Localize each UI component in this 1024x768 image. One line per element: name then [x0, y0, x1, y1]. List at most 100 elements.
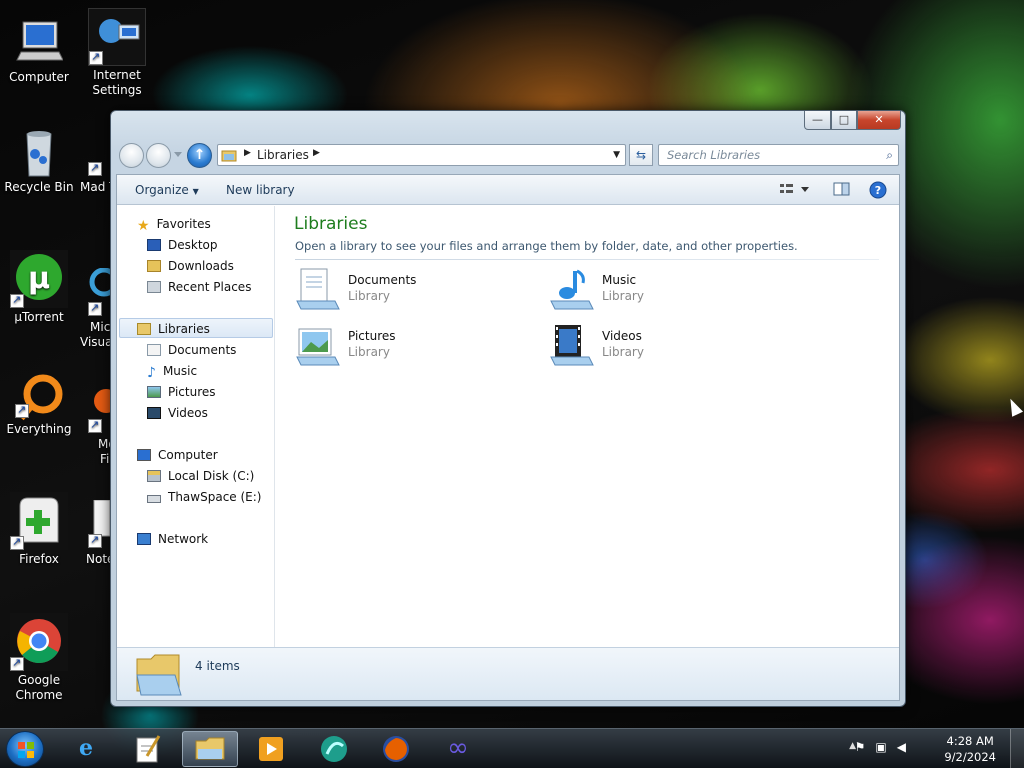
- preview-pane-icon: [833, 182, 850, 196]
- shortcut-arrow-icon: [10, 534, 24, 550]
- notepad-taskbar-icon[interactable]: [120, 731, 176, 767]
- minimize-button[interactable]: —: [804, 111, 831, 130]
- desktop-icon-computer[interactable]: Computer: [1, 18, 77, 85]
- desktop-icon-label: Computer: [9, 70, 69, 84]
- system-clock[interactable]: 4:28 AM 9/2/2024: [944, 733, 996, 765]
- start-button[interactable]: [6, 731, 44, 767]
- up-button[interactable]: ↑: [187, 143, 212, 168]
- breadcrumb-libraries[interactable]: Libraries: [257, 148, 309, 162]
- shortcut-arrow-icon: [88, 300, 102, 316]
- window-controls: — □ ✕: [804, 111, 901, 130]
- svg-text:µ: µ: [28, 261, 50, 296]
- maximize-button[interactable]: □: [831, 111, 857, 130]
- internet-explorer-taskbar-icon[interactable]: e: [58, 731, 114, 767]
- computer-icon: [137, 449, 151, 461]
- refresh-button[interactable]: ⇆: [629, 144, 653, 166]
- action-center-flag-icon[interactable]: ⚑: [855, 740, 876, 754]
- nav-label: Documents: [168, 343, 237, 357]
- volume-muted-icon[interactable]: ◀: [897, 740, 916, 754]
- explorer-window: — □ ✕ ↑ ▶ Libraries ▶ ▼ ⇆ Search Librari…: [110, 110, 906, 707]
- nav-local-disk[interactable]: Local Disk (C:): [147, 466, 254, 486]
- address-dropdown-icon[interactable]: ▼: [613, 150, 620, 160]
- nav-libraries[interactable]: Libraries: [119, 318, 273, 338]
- shortcut-arrow-icon: [88, 417, 102, 433]
- notepad-icon: [80, 500, 111, 548]
- app-taskbar-icon[interactable]: [306, 731, 362, 767]
- close-button[interactable]: ✕: [857, 111, 901, 130]
- library-type: Library: [602, 289, 644, 303]
- library-pictures[interactable]: Pictures Library: [295, 323, 535, 375]
- nav-favorites[interactable]: ★ Favorites: [137, 214, 211, 234]
- nav-label: Videos: [168, 406, 208, 420]
- media-player-icon: [259, 737, 283, 761]
- content-pane: Libraries Open a library to see your fil…: [276, 206, 899, 647]
- preview-pane-button[interactable]: [833, 181, 851, 200]
- nav-desktop[interactable]: Desktop: [147, 235, 218, 255]
- recycle-bin-icon: [15, 128, 63, 177]
- change-view-button[interactable]: [779, 181, 809, 200]
- nav-downloads[interactable]: Downloads: [147, 256, 234, 276]
- nav-thawspace[interactable]: ThawSpace (E:): [147, 487, 261, 507]
- shortcut-arrow-icon: [88, 160, 102, 176]
- firefox-taskbar-icon[interactable]: [368, 731, 424, 767]
- desktop-icon-firefox[interactable]: Firefox: [1, 492, 77, 567]
- library-name: Music: [602, 273, 637, 287]
- search-icon: ⌕: [886, 148, 893, 162]
- new-library-button[interactable]: New library: [226, 183, 295, 197]
- nav-network[interactable]: Network: [137, 529, 208, 549]
- desktop-icon-label: Chrome: [15, 688, 63, 702]
- help-button[interactable]: ?: [869, 181, 887, 202]
- forward-button[interactable]: [146, 143, 171, 168]
- desktop-icon-recycle-bin[interactable]: Recycle Bin: [1, 128, 77, 195]
- nav-pictures[interactable]: Pictures: [147, 382, 216, 402]
- media-player-taskbar-icon[interactable]: [243, 731, 299, 767]
- library-videos[interactable]: Videos Library: [549, 323, 789, 375]
- pictures-icon: [147, 386, 161, 398]
- desktop-icon-everything[interactable]: Everything: [1, 370, 77, 437]
- page-title: Libraries: [294, 214, 368, 234]
- nav-label: Local Disk (C:): [168, 469, 255, 483]
- desktop-icon-google-chrome[interactable]: Google Chrome: [1, 613, 77, 703]
- nav-label: Network: [158, 532, 209, 546]
- documents-icon: [147, 344, 161, 356]
- divider: [295, 259, 879, 260]
- nav-documents[interactable]: Documents: [147, 340, 236, 360]
- music-note-icon: ♪: [147, 365, 156, 381]
- nav-label: Downloads: [168, 259, 234, 273]
- address-bar[interactable]: ▶ Libraries ▶ ▼: [217, 144, 626, 166]
- view-options-icon: [780, 184, 809, 193]
- search-input[interactable]: Search Libraries: [667, 148, 760, 162]
- back-button[interactable]: [119, 143, 144, 168]
- desktop-icon-utorrent[interactable]: µ µTorrent: [1, 250, 77, 325]
- infinity-app-taskbar-icon[interactable]: ∞: [430, 731, 486, 767]
- breadcrumb-separator-icon[interactable]: ▶: [244, 148, 251, 158]
- recent-pages-dropdown[interactable]: [174, 152, 182, 158]
- library-music[interactable]: Music Library: [549, 267, 789, 319]
- organize-button[interactable]: Organize ▼: [135, 183, 199, 197]
- breadcrumb-chevron-icon[interactable]: ▶: [313, 148, 320, 158]
- network-icon[interactable]: ▣: [875, 740, 896, 754]
- everything-search-icon: [15, 370, 63, 421]
- nav-videos[interactable]: Videos: [147, 403, 208, 423]
- firefox-icon: [80, 385, 118, 433]
- explorer-taskbar-icon[interactable]: [182, 731, 238, 767]
- nav-recent-places[interactable]: Recent Places: [147, 277, 251, 297]
- utorrent-icon: µ: [10, 250, 68, 308]
- windows-logo-icon: [18, 742, 34, 758]
- svg-text:?: ?: [875, 184, 881, 197]
- desktop-icon-internet-settings[interactable]: Internet Settings: [79, 8, 155, 98]
- notepad-icon: [136, 735, 161, 763]
- library-type: Library: [348, 289, 390, 303]
- nav-computer[interactable]: Computer: [137, 445, 218, 465]
- visual-studio-icon: [80, 268, 119, 316]
- explorer-body: Organize ▼ New library ? ★ Favorites Desk…: [116, 174, 900, 701]
- library-documents[interactable]: Documents Library: [295, 267, 535, 319]
- search-box[interactable]: Search Libraries ⌕: [658, 144, 899, 166]
- desktop-icon-label: Google: [17, 673, 61, 687]
- nav-music[interactable]: ♪ Music: [147, 361, 197, 381]
- show-desktop-button[interactable]: [1010, 729, 1024, 768]
- library-name: Videos: [602, 329, 642, 343]
- library-name: Documents: [348, 273, 417, 287]
- desktop-icon-label: Firefox: [19, 552, 59, 566]
- nav-label: Recent Places: [168, 280, 252, 294]
